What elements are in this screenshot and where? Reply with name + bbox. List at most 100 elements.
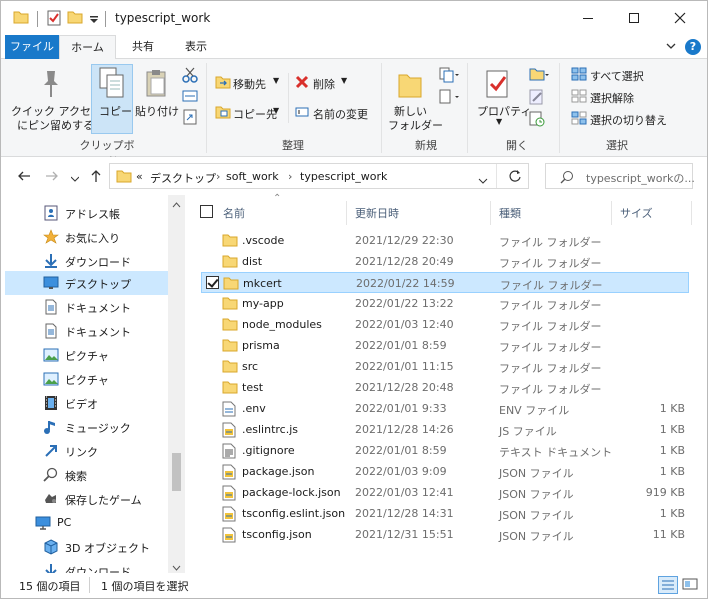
rename-label[interactable]: 名前の変更 bbox=[313, 106, 368, 122]
nav-item[interactable]: ピクチャ bbox=[5, 367, 168, 391]
paste-label[interactable]: 貼り付け bbox=[135, 103, 179, 119]
column-name[interactable]: 名前 bbox=[223, 205, 245, 221]
file-row[interactable]: .gitignore 2022/01/01 8:59 テキスト ドキュメント 1 KB bbox=[201, 440, 689, 461]
nav-item[interactable]: ダウンロード bbox=[5, 559, 168, 573]
nav-item[interactable]: ビデオ bbox=[5, 391, 168, 415]
nav-item[interactable]: 検索 bbox=[5, 463, 168, 487]
paste-shortcut-icon[interactable] bbox=[182, 109, 198, 128]
copy-icon[interactable] bbox=[99, 67, 125, 102]
new-folder-label-2[interactable]: フォルダー bbox=[388, 117, 443, 133]
file-row[interactable]: package.json 2022/01/03 9:09 JSON ファイル 1 KB bbox=[201, 461, 689, 482]
nav-item[interactable]: デスクトップ bbox=[5, 271, 168, 295]
select-all-checkbox[interactable] bbox=[200, 205, 213, 218]
address-bar[interactable]: « デスクトップ › soft_work › typescript_work bbox=[109, 163, 529, 189]
select-none-icon[interactable] bbox=[571, 89, 587, 106]
nav-item[interactable]: ピクチャ bbox=[5, 343, 168, 367]
details-view-button[interactable] bbox=[658, 576, 678, 594]
chevron-down-icon[interactable] bbox=[478, 174, 488, 187]
file-row[interactable]: .vscode 2021/12/29 22:30 ファイル フォルダー bbox=[201, 230, 689, 251]
nav-item[interactable]: お気に入り bbox=[5, 225, 168, 249]
pin-icon[interactable] bbox=[39, 69, 63, 102]
paste-icon[interactable] bbox=[145, 69, 169, 102]
chevron-down-icon[interactable]: ▼ bbox=[273, 76, 279, 85]
move-to-icon[interactable] bbox=[215, 75, 231, 92]
nav-item[interactable]: ミュージック bbox=[5, 415, 168, 439]
nav-item[interactable]: ドキュメント bbox=[5, 319, 168, 343]
divider[interactable] bbox=[691, 201, 692, 225]
delete-icon[interactable] bbox=[295, 75, 309, 92]
nav-item[interactable]: 3D オブジェクト bbox=[5, 535, 168, 559]
select-none-label[interactable]: 選択解除 bbox=[590, 90, 634, 106]
search-box[interactable]: typescript_workの... bbox=[545, 163, 695, 189]
nav-scrollbar[interactable] bbox=[168, 195, 185, 573]
file-row[interactable]: .env 2022/01/01 9:33 ENV ファイル 1 KB bbox=[201, 398, 689, 419]
forward-arrow-icon[interactable] bbox=[45, 169, 59, 186]
tab-share[interactable]: 共有 bbox=[119, 35, 167, 59]
move-to-label[interactable]: 移動先 bbox=[233, 76, 266, 92]
copy-label[interactable]: コピー bbox=[99, 103, 132, 119]
copy-path-icon[interactable] bbox=[182, 89, 198, 106]
copy-to-label[interactable]: コピー先 bbox=[233, 106, 277, 122]
chevron-down-icon[interactable] bbox=[665, 40, 677, 55]
nav-item[interactable]: リンク bbox=[5, 439, 168, 463]
file-row[interactable]: mkcert 2022/01/22 14:59 ファイル フォルダー bbox=[201, 272, 689, 293]
delete-label[interactable]: 削除 bbox=[313, 76, 335, 92]
file-row[interactable]: src 2022/01/01 11:15 ファイル フォルダー bbox=[201, 356, 689, 377]
minimize-button[interactable] bbox=[565, 1, 611, 35]
file-row[interactable]: my-app 2022/01/22 13:22 ファイル フォルダー bbox=[201, 293, 689, 314]
file-row[interactable]: .eslintrc.js 2021/12/28 14:26 JS ファイル 1 KB bbox=[201, 419, 689, 440]
chevron-down-icon[interactable]: ▼ bbox=[273, 106, 279, 115]
copy-to-icon[interactable] bbox=[215, 105, 231, 122]
select-all-icon[interactable] bbox=[571, 67, 587, 84]
nav-item[interactable]: アドレス帳 bbox=[5, 201, 168, 225]
file-row[interactable]: prisma 2022/01/01 8:59 ファイル フォルダー bbox=[201, 335, 689, 356]
large-icons-view-button[interactable] bbox=[681, 576, 701, 594]
nav-item[interactable]: PC bbox=[5, 511, 168, 535]
file-row[interactable]: dist 2021/12/28 20:49 ファイル フォルダー bbox=[201, 251, 689, 272]
properties-icon[interactable] bbox=[47, 10, 61, 29]
file-row[interactable]: tsconfig.eslint.json 2021/12/28 14:31 JSON… bbox=[201, 503, 689, 524]
breadcrumb-item[interactable]: デスクトップ bbox=[150, 170, 216, 186]
file-row[interactable]: tsconfig.json 2021/12/31 15:51 JSON ファイル 11… bbox=[201, 524, 689, 545]
scrollbar-thumb[interactable] bbox=[172, 453, 181, 491]
open-icon[interactable] bbox=[529, 67, 549, 86]
file-row[interactable]: node_modules 2022/01/03 12:40 ファイル フォルダー bbox=[201, 314, 689, 335]
invert-selection-icon[interactable] bbox=[571, 111, 587, 128]
properties-label[interactable]: プロパティ bbox=[477, 103, 531, 119]
properties-icon[interactable] bbox=[485, 69, 511, 102]
breadcrumb-overflow[interactable]: « bbox=[136, 170, 143, 183]
divider[interactable] bbox=[611, 201, 612, 225]
column-type[interactable]: 種類 bbox=[499, 205, 521, 221]
help-button[interactable]: ? bbox=[685, 39, 701, 55]
row-checkbox[interactable] bbox=[206, 276, 219, 289]
pin-quick-access-label-2[interactable]: にピン留めする bbox=[17, 117, 94, 133]
chevron-right-icon[interactable]: › bbox=[288, 170, 292, 183]
edit-icon[interactable] bbox=[529, 89, 545, 108]
breadcrumb-item[interactable]: soft_work bbox=[226, 170, 279, 183]
chevron-down-icon[interactable]: ▼ bbox=[341, 76, 347, 85]
divider[interactable] bbox=[346, 201, 347, 225]
recent-locations-icon[interactable] bbox=[70, 172, 80, 185]
maximize-button[interactable] bbox=[611, 1, 657, 35]
nav-item[interactable]: 保存したゲーム bbox=[5, 487, 168, 511]
scroll-up-icon[interactable] bbox=[172, 198, 181, 211]
customize-qat-icon[interactable] bbox=[89, 14, 99, 27]
easy-access-icon[interactable] bbox=[439, 89, 459, 108]
new-folder-icon[interactable] bbox=[67, 10, 83, 27]
breadcrumb-item[interactable]: typescript_work bbox=[300, 170, 387, 183]
scroll-down-icon[interactable] bbox=[172, 561, 181, 573]
chevron-right-icon[interactable]: › bbox=[216, 170, 220, 183]
new-folder-icon[interactable] bbox=[397, 69, 423, 102]
file-row[interactable]: package-lock.json 2022/01/03 12:41 JSON ファ… bbox=[201, 482, 689, 503]
new-item-icon[interactable] bbox=[439, 67, 459, 86]
select-all-label[interactable]: すべて選択 bbox=[590, 68, 644, 84]
history-icon[interactable] bbox=[529, 111, 545, 130]
rename-icon[interactable] bbox=[295, 105, 309, 122]
tab-home[interactable]: ホーム bbox=[59, 35, 116, 60]
column-size[interactable]: サイズ bbox=[620, 205, 653, 221]
tab-file[interactable]: ファイル bbox=[5, 35, 59, 59]
nav-item[interactable]: ダウンロード bbox=[5, 249, 168, 273]
close-button[interactable] bbox=[657, 1, 703, 35]
chevron-down-icon[interactable]: ▼ bbox=[496, 117, 502, 126]
cut-icon[interactable] bbox=[182, 67, 198, 86]
